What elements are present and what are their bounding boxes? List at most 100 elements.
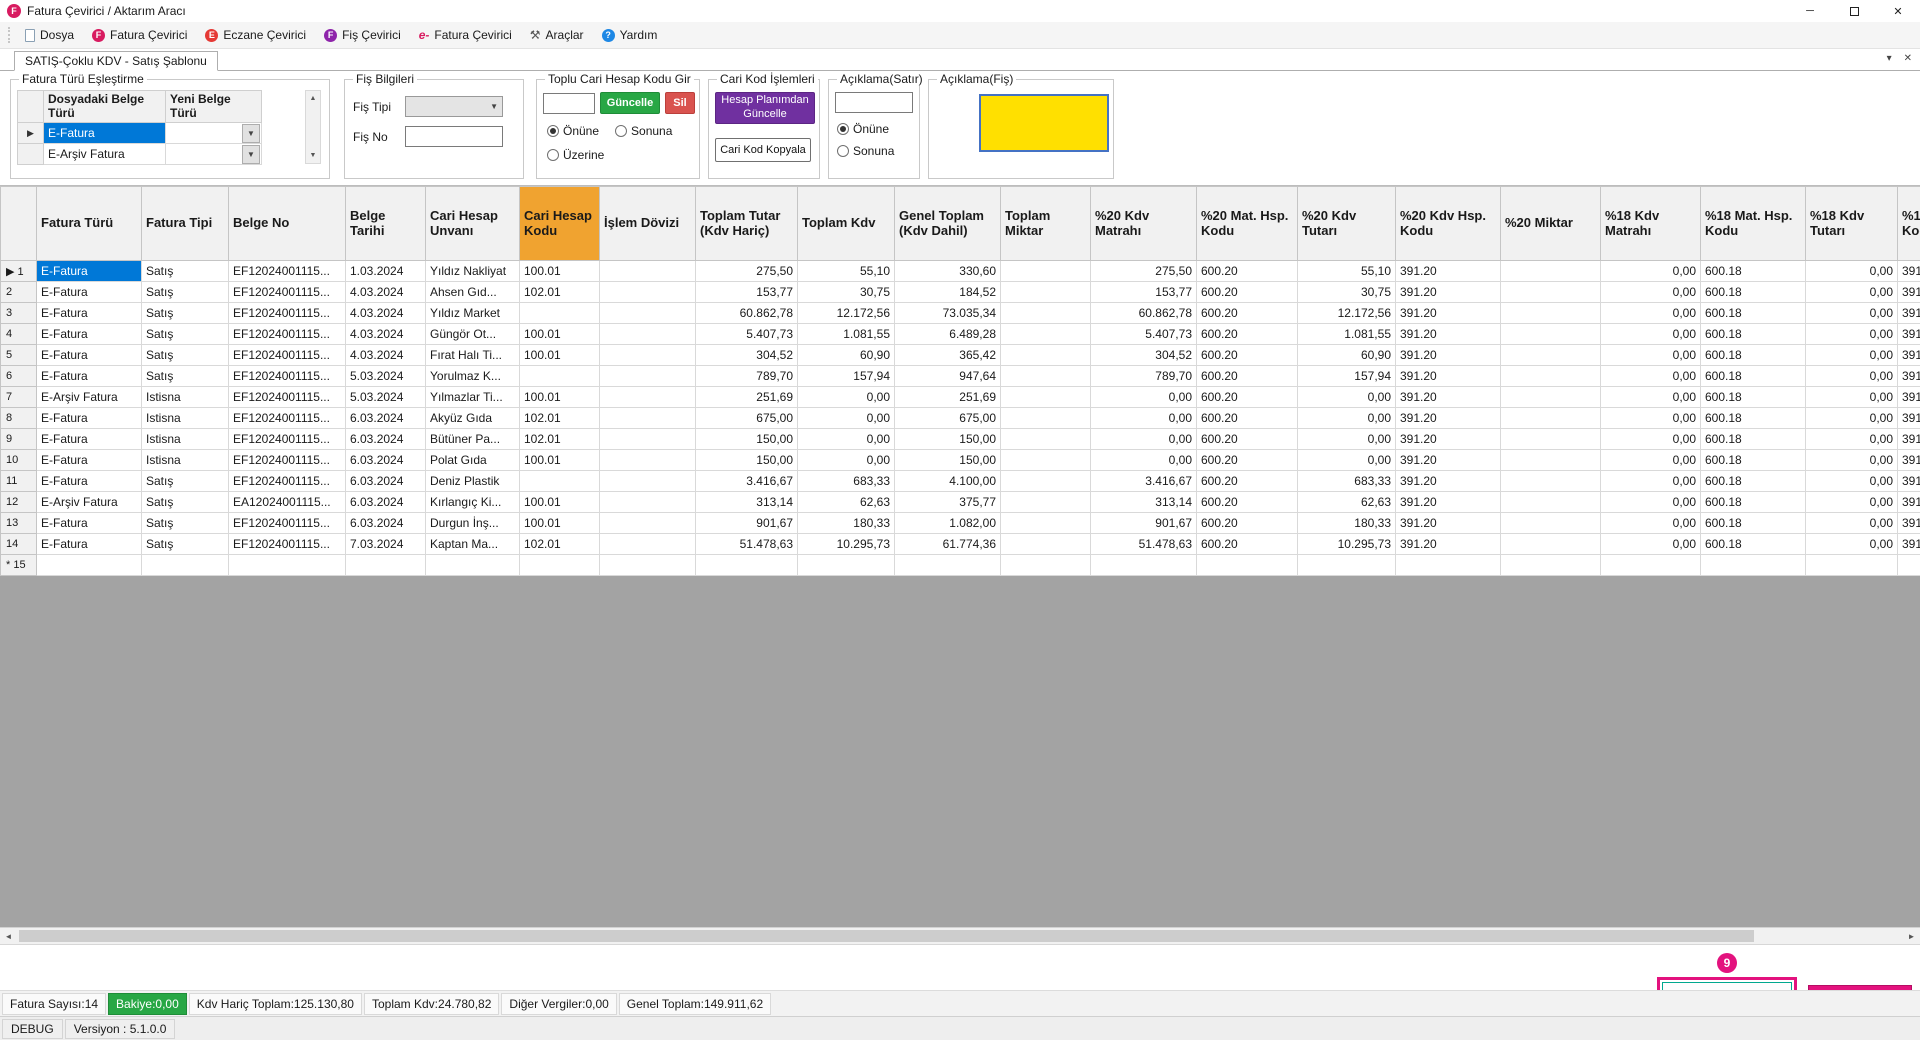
grid-cell[interactable]: 51.478,63 — [1090, 533, 1197, 555]
grid-cell[interactable]: E-Arşiv Fatura — [36, 386, 142, 408]
grid-cell[interactable]: 391.20 — [1395, 407, 1501, 429]
grid-cell[interactable]: 6.03.2024 — [345, 449, 426, 471]
menu-item-araclar[interactable]: ⚒ Araçlar — [521, 22, 593, 48]
grid-cell[interactable]: EF12024001115... — [228, 386, 346, 408]
grid-cell[interactable]: 0,00 — [1805, 281, 1898, 303]
row-header-15[interactable]: * 15 — [0, 554, 37, 576]
grid-cell[interactable]: Yıldız Nakliyat — [425, 260, 520, 282]
grid-cell[interactable]: 0,00 — [1805, 449, 1898, 471]
grid-cell[interactable]: E-Fatura — [36, 323, 142, 345]
grid-cell[interactable]: 313,14 — [695, 491, 798, 513]
grid-cell[interactable] — [599, 407, 696, 429]
grid-cell[interactable]: 4.03.2024 — [345, 302, 426, 324]
row-header-13[interactable]: 13 — [0, 512, 37, 534]
grid-cell[interactable] — [1500, 428, 1601, 450]
grid-cell[interactable]: 102.01 — [519, 428, 600, 450]
grid-cell[interactable]: 600.18 — [1700, 407, 1806, 429]
grid-cell[interactable]: 60.862,78 — [695, 302, 798, 324]
grid-cell[interactable]: 365,42 — [894, 344, 1001, 366]
grid-cell[interactable] — [599, 344, 696, 366]
grid-cell[interactable]: 391.20 — [1395, 470, 1501, 492]
grid-cell[interactable]: 0,00 — [1805, 323, 1898, 345]
grid-cell[interactable]: 10.295,73 — [1297, 533, 1396, 555]
grid-cell[interactable]: Istisna — [141, 407, 229, 429]
grid-cell[interactable]: 5.407,73 — [1090, 323, 1197, 345]
column-header-11[interactable]: Toplam Miktar — [1000, 186, 1091, 261]
grid-cell[interactable] — [1500, 386, 1601, 408]
grid-cell[interactable]: 150,00 — [894, 449, 1001, 471]
grid-cell[interactable]: 391.20 — [1395, 365, 1501, 387]
grid-cell[interactable]: 391.20 — [1897, 344, 1920, 366]
row-header-8[interactable]: 8 — [0, 407, 37, 429]
grid-cell[interactable]: 180,33 — [797, 512, 895, 534]
grid-cell[interactable]: 391.20 — [1897, 533, 1920, 555]
column-header-2[interactable]: Fatura Tipi — [141, 186, 229, 261]
grid-cell[interactable] — [1000, 323, 1091, 345]
grid-cell[interactable] — [599, 386, 696, 408]
grid-cell[interactable]: E-Fatura — [36, 302, 142, 324]
menu-item-yardim[interactable]: ? Yardım — [593, 22, 667, 48]
grid-cell[interactable]: 6.03.2024 — [345, 512, 426, 534]
row-header-14[interactable]: 14 — [0, 533, 37, 555]
row-header-4[interactable]: 4 — [0, 323, 37, 345]
chevron-down-icon[interactable]: ▼ — [242, 123, 260, 143]
row-header-1[interactable]: ▶ 1 — [0, 260, 37, 282]
grid-cell[interactable] — [599, 428, 696, 450]
mapping-col-yeni[interactable]: Yeni Belge Türü — [166, 91, 262, 123]
grid-cell[interactable]: Kırlangıç Ki... — [425, 491, 520, 513]
grid-cell[interactable]: 0,00 — [1600, 323, 1701, 345]
grid-cell[interactable]: Istisna — [141, 428, 229, 450]
column-header-13[interactable]: %20 Mat. Hsp. Kodu — [1196, 186, 1298, 261]
grid-cell[interactable]: EF12024001115... — [228, 365, 346, 387]
mapping-col-dosyadaki[interactable]: Dosyadaki Belge Türü — [44, 91, 166, 123]
grid-cell[interactable]: 391.20 — [1395, 260, 1501, 282]
menu-item-efatura-cevirici[interactable]: e- Fatura Çevirici — [410, 22, 521, 48]
grid-cell[interactable] — [1500, 407, 1601, 429]
row-header-10[interactable]: 10 — [0, 449, 37, 471]
column-header-7[interactable]: İşlem Dövizi — [599, 186, 696, 261]
column-header-9[interactable]: Toplam Kdv — [797, 186, 895, 261]
radio-sonuna[interactable]: Sonuna — [615, 124, 672, 138]
grid-cell[interactable]: 4.03.2024 — [345, 281, 426, 303]
menu-item-eczane-cevirici[interactable]: E Eczane Çevirici — [196, 22, 315, 48]
grid-cell[interactable]: 391.20 — [1897, 386, 1920, 408]
grid-cell[interactable] — [519, 365, 600, 387]
grid-cell[interactable]: 600.18 — [1700, 491, 1806, 513]
grid-cell[interactable]: Satış — [141, 260, 229, 282]
grid-cell[interactable]: Yorulmaz K... — [425, 365, 520, 387]
chevron-down-icon[interactable]: ▼ — [242, 144, 260, 164]
grid-cell[interactable]: 0,00 — [1805, 386, 1898, 408]
grid-cell[interactable]: 391.20 — [1395, 533, 1501, 555]
mapping-cell-belge-turu[interactable]: E-Arşiv Fatura — [44, 144, 166, 165]
minimize-button[interactable]: ─ — [1788, 0, 1832, 22]
grid-cell[interactable]: 600.18 — [1700, 281, 1806, 303]
grid-cell[interactable]: 3.416,67 — [1090, 470, 1197, 492]
column-header-17[interactable]: %18 Kdv Matrahı — [1600, 186, 1701, 261]
fis-no-input[interactable] — [405, 126, 503, 147]
grid-cell[interactable]: 600.18 — [1700, 449, 1806, 471]
column-header-12[interactable]: %20 Kdv Matrahı — [1090, 186, 1197, 261]
grid-cell[interactable]: 947,64 — [894, 365, 1001, 387]
grid-cell[interactable]: 4.03.2024 — [345, 344, 426, 366]
mapping-row-header[interactable]: ▶ — [18, 123, 44, 144]
grid-cell[interactable]: Istisna — [141, 386, 229, 408]
grid-cell[interactable] — [599, 323, 696, 345]
grid-cell[interactable] — [36, 554, 142, 576]
grid-cell[interactable]: 60.862,78 — [1090, 302, 1197, 324]
grid-cell[interactable]: 0,00 — [1297, 407, 1396, 429]
grid-cell[interactable]: 375,77 — [894, 491, 1001, 513]
grid-cell[interactable]: 391.20 — [1897, 428, 1920, 450]
grid-cell[interactable]: E-Fatura — [36, 470, 142, 492]
grid-cell[interactable]: 153,77 — [1090, 281, 1197, 303]
scroll-left-icon[interactable]: ◄ — [0, 928, 17, 944]
grid-cell[interactable] — [1196, 554, 1298, 576]
row-header-5[interactable]: 5 — [0, 344, 37, 366]
radio-uzerine[interactable]: Üzerine — [547, 148, 604, 162]
grid-cell[interactable]: 600.20 — [1196, 512, 1298, 534]
scroll-right-icon[interactable]: ► — [1903, 928, 1920, 944]
grid-cell[interactable]: 600.20 — [1196, 302, 1298, 324]
grid-cell[interactable]: 391.20 — [1395, 491, 1501, 513]
grid-cell[interactable]: Istisna — [141, 449, 229, 471]
grid-cell[interactable]: 275,50 — [1090, 260, 1197, 282]
maximize-button[interactable] — [1832, 0, 1876, 22]
